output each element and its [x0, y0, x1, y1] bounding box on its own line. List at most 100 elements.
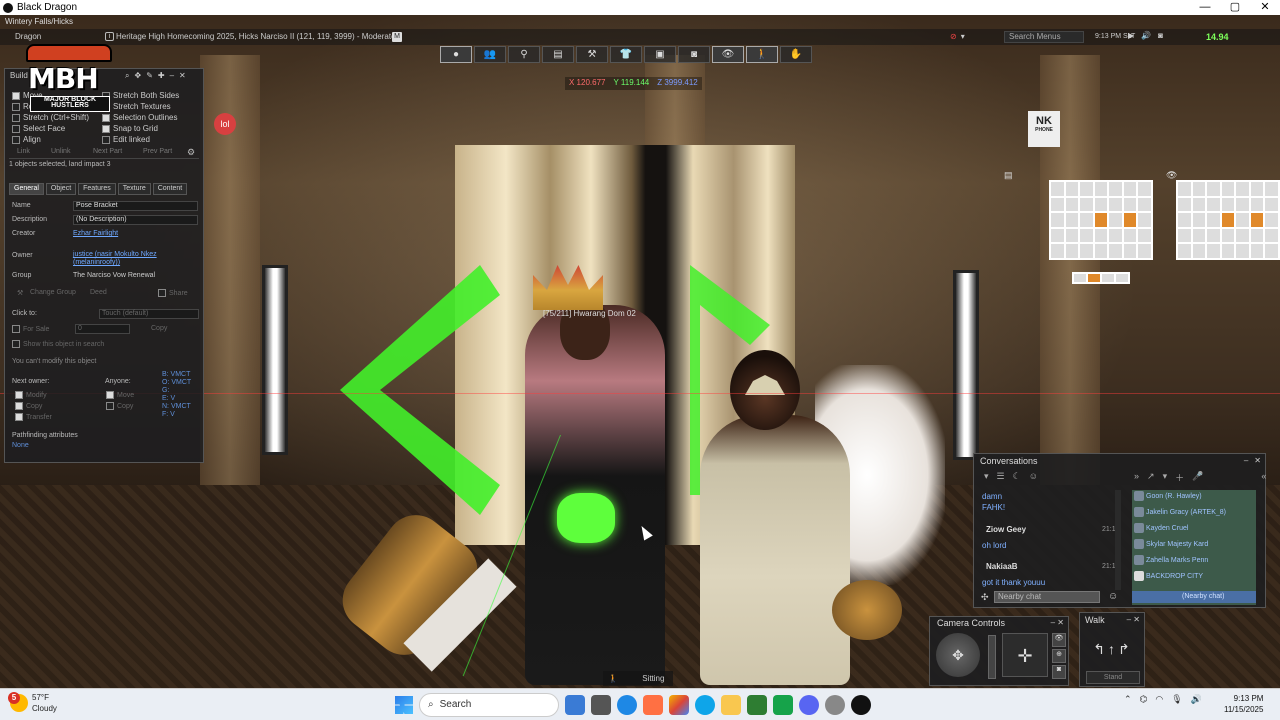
hud-grid-cell[interactable] [1221, 244, 1235, 258]
discord-icon[interactable] [799, 695, 819, 715]
unlink-button[interactable]: Unlink [51, 148, 70, 158]
moon-icon[interactable]: ☾ [1013, 471, 1021, 485]
hud-grid-cell[interactable] [1123, 228, 1137, 243]
hud-grid-cell[interactable] [1138, 213, 1151, 227]
hud-grid-cell[interactable] [1236, 182, 1249, 196]
minimize-button[interactable]: — [1190, 0, 1220, 15]
hud-grid-cell[interactable] [1109, 244, 1122, 258]
hud-grid-cell[interactable] [1080, 228, 1093, 243]
sale-type-dropdown[interactable]: Copy [151, 325, 167, 332]
orbit-control[interactable]: ✥ [936, 633, 980, 677]
weather-widget[interactable]: 5 57°F Cloudy [8, 692, 57, 714]
hud-grid-cell[interactable] [1207, 213, 1220, 227]
hud-grid-cell[interactable] [1178, 197, 1191, 212]
hud-grid-cell[interactable] [1123, 182, 1137, 196]
xbox-icon[interactable] [773, 695, 793, 715]
hud-grid-cell[interactable] [1207, 228, 1220, 243]
hud-grid-cell[interactable] [1265, 182, 1278, 196]
folder-icon[interactable] [721, 695, 741, 715]
hud-grid-cell[interactable] [1236, 244, 1249, 258]
chat-button[interactable]: ● [440, 46, 472, 63]
tab-object[interactable]: Object [45, 183, 77, 195]
hud-grid-cell[interactable] [1123, 244, 1137, 258]
hud-grid-cell[interactable] [1109, 213, 1122, 227]
hud-grid-cell[interactable] [1109, 197, 1122, 212]
hud-grid-cell[interactable] [1123, 197, 1137, 212]
hud-grid-cell[interactable] [1138, 182, 1151, 196]
hud-grid-cell[interactable] [1221, 213, 1235, 227]
hud-grid-cell[interactable] [1250, 244, 1264, 258]
hud-grid-cell[interactable] [1192, 182, 1206, 196]
hud-grid-cell[interactable] [1080, 244, 1093, 258]
hud-grid-cell[interactable] [1051, 213, 1064, 227]
gestures-button[interactable]: ✋ [780, 46, 812, 63]
volume-icon[interactable]: 🔊 [1191, 694, 1202, 705]
chevron-up-icon[interactable]: ⌃ [1124, 694, 1132, 705]
volume-icon[interactable]: 🔊 [1141, 31, 1151, 40]
hud-grid-cell[interactable] [1094, 228, 1108, 243]
minimize-icon[interactable]: – [1244, 456, 1248, 465]
hud-grid-left[interactable] [1049, 180, 1153, 260]
hud-grid-cell[interactable] [1138, 228, 1151, 243]
hud-grid-cell[interactable] [1250, 213, 1264, 227]
sitting-indicator[interactable]: 🚶 Sitting [603, 671, 673, 686]
gear-icon[interactable]: ⚙ [187, 147, 195, 157]
wifi-icon[interactable]: ◠ [1155, 694, 1163, 705]
chat-sender[interactable]: NakiaaB [986, 562, 1018, 571]
hud-grid-cell[interactable] [1094, 213, 1108, 227]
walk-button[interactable]: 🚶 [746, 46, 778, 63]
conversation-item-nearby[interactable]: (Nearby chat) [1182, 593, 1224, 600]
collapse-icon[interactable]: « [1261, 471, 1266, 484]
close-icon[interactable]: – ✕ [1127, 615, 1140, 624]
add-icon[interactable]: ＋ [1175, 471, 1184, 484]
play-icon[interactable]: ▶ [1128, 31, 1134, 40]
dropdown-icon[interactable]: ▾ [961, 32, 965, 41]
hud-grid-cell[interactable] [1065, 213, 1079, 227]
hud-grid-cell[interactable] [1094, 244, 1108, 258]
inventory-button[interactable]: ▤ [542, 46, 574, 63]
hud-grid-cell[interactable] [1138, 244, 1151, 258]
next-owner-transfer[interactable]: Transfer [15, 413, 52, 421]
tab-content[interactable]: Content [152, 183, 188, 195]
nk-phone-icon[interactable]: NK PHONE [1028, 111, 1060, 147]
hud-grid-cell[interactable] [1265, 213, 1278, 227]
microphone-icon[interactable]: 🎙 [1171, 694, 1182, 705]
app-icon[interactable] [747, 695, 767, 715]
emoji-icon[interactable]: ☺ [1029, 471, 1038, 485]
hud-grid-cell[interactable] [1109, 228, 1122, 243]
close-icon[interactable]: ✕ [179, 71, 186, 81]
hud-grid-cell[interactable] [1250, 228, 1264, 243]
history-icon[interactable]: ☰ [997, 471, 1005, 485]
anyone-copy[interactable]: Copy [106, 402, 133, 410]
tear-off-icon[interactable]: ↗ [1147, 471, 1155, 484]
sale-price-field[interactable]: 0 [75, 324, 130, 334]
appearance-button[interactable]: 👕 [610, 46, 642, 63]
checkbox-edit-linked[interactable]: Edit linked [102, 135, 150, 144]
gesture-icon[interactable]: ✣ [981, 592, 989, 603]
search-menus-input[interactable]: Search Menus [1004, 31, 1084, 43]
close-button[interactable]: ✕ [1250, 0, 1280, 15]
hud-grid-cell[interactable] [1221, 182, 1235, 196]
conversation-item[interactable]: Kayden Cruel [1146, 525, 1188, 532]
click-to-dropdown[interactable]: Touch (default) [99, 309, 199, 319]
selected-pose-bracket[interactable] [557, 493, 615, 543]
hud-grid-cell[interactable] [1207, 197, 1220, 212]
app-icon[interactable] [643, 695, 663, 715]
hud-grid-cell[interactable] [1138, 197, 1151, 212]
snapshot-button[interactable]: ◙ [678, 46, 710, 63]
movement-arrows[interactable]: ↰↑↱ [1086, 629, 1140, 669]
hud-grid-cell[interactable] [1221, 197, 1235, 212]
creator-link[interactable]: Ezhar Fairlight [73, 230, 118, 237]
black-dragon-taskbar-icon[interactable] [851, 695, 871, 715]
tab-features[interactable]: Features [78, 183, 116, 195]
hud-grid-cell[interactable] [1236, 213, 1249, 227]
backpack-button[interactable]: ▣ [644, 46, 676, 63]
hud-grid-right[interactable] [1176, 180, 1280, 260]
tab-general[interactable]: General [9, 183, 44, 195]
edit-tool-icon[interactable]: ✎ [146, 71, 153, 81]
chat-options-icon[interactable]: ▾ [984, 471, 989, 485]
hud-grid-cell[interactable] [1265, 244, 1278, 258]
prev-part-button[interactable]: Prev Part [143, 148, 172, 158]
tab-texture[interactable]: Texture [117, 183, 151, 195]
hud-grid-cell[interactable] [1080, 213, 1093, 227]
